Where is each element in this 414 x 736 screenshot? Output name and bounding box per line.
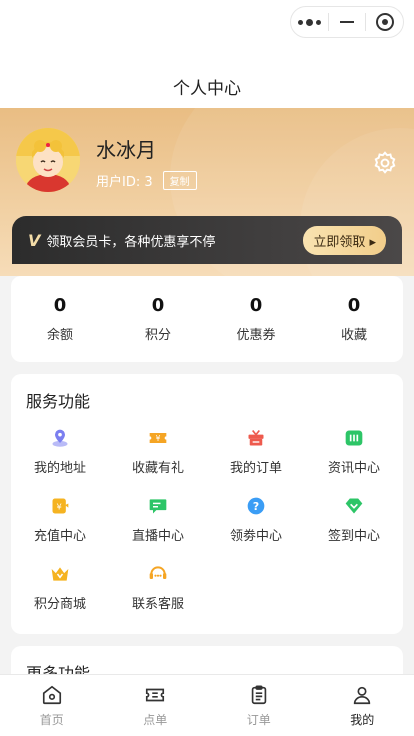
stat-value: 0 <box>53 295 67 316</box>
coupon-icon: ¥ <box>149 433 167 443</box>
stat-value: 0 <box>151 295 165 316</box>
tab-mine[interactable]: 我的 <box>311 675 414 736</box>
service-icon <box>149 566 167 579</box>
stat-favorites[interactable]: 0 收藏 <box>305 295 403 343</box>
service-label: 收藏有礼 <box>131 461 184 476</box>
svg-text:?: ? <box>253 500 259 513</box>
gift-icon <box>248 429 264 446</box>
stat-label: 优惠券 <box>236 328 276 343</box>
mini-program-capsule <box>290 6 404 38</box>
service-points-mall[interactable]: 积分商城 <box>11 564 109 612</box>
ticket-icon <box>146 688 165 701</box>
stat-points[interactable]: 0 积分 <box>109 295 207 343</box>
user-icon <box>354 686 371 704</box>
more-menu-button[interactable] <box>291 7 328 37</box>
more-dots-icon <box>297 18 321 26</box>
service-label: 签到中心 <box>327 529 380 544</box>
service-label: 充值中心 <box>33 529 86 544</box>
copy-id-button[interactable]: 复制 <box>162 171 197 190</box>
help-icon: ? <box>247 497 265 515</box>
claim-vip-button[interactable]: 立即领取 ▸ <box>303 225 386 255</box>
vip-promo-text: 领取会员卡，各种优惠享不停 <box>46 234 216 250</box>
top-navigation-bar: 个人中心 <box>0 0 414 108</box>
service-signin-center[interactable]: 签到中心 <box>305 496 403 544</box>
service-live-center[interactable]: 直播中心 <box>109 496 207 544</box>
tab-label: 首页 <box>39 712 64 727</box>
stat-value: 0 <box>249 295 263 316</box>
username: 水冰月 <box>96 138 156 162</box>
service-label: 资讯中心 <box>327 461 380 476</box>
service-label: 直播中心 <box>131 529 184 544</box>
service-label: 我的地址 <box>33 461 86 476</box>
stat-value: 0 <box>347 295 361 316</box>
services-grid: 我的地址 ¥ 收藏有礼 我的订单 资讯中心 ¥ 充值中心 直播中心 ? 领劵中心… <box>11 428 403 612</box>
vip-badge-icon: V <box>28 230 41 250</box>
services-card: 服务功能 我的地址 ¥ 收藏有礼 我的订单 资讯中心 ¥ 充值中心 直播中心 ?… <box>11 374 403 634</box>
vip-banner[interactable]: V 领取会员卡，各种优惠享不停 立即领取 ▸ <box>12 216 402 264</box>
service-favorite-gift[interactable]: ¥ 收藏有礼 <box>109 428 207 476</box>
tab-order-menu[interactable]: 点单 <box>104 675 208 736</box>
tab-label: 我的 <box>350 712 375 727</box>
user-id-row: 用户ID: 3 复制 <box>96 171 197 190</box>
stat-label: 积分 <box>144 328 171 343</box>
close-target-icon <box>375 13 394 31</box>
recharge-icon: ¥ <box>52 498 69 514</box>
tab-label: 订单 <box>246 712 271 727</box>
stat-label: 收藏 <box>340 328 367 343</box>
location-icon <box>52 429 68 447</box>
clipboard-icon <box>251 684 266 704</box>
bottom-tab-bar: 首页 点单 订单 我的 <box>0 674 414 736</box>
tab-label: 点单 <box>143 712 168 727</box>
svg-text:¥: ¥ <box>57 501 62 511</box>
service-recharge-center[interactable]: ¥ 充值中心 <box>11 496 109 544</box>
crown-icon <box>51 567 69 581</box>
signin-icon <box>345 498 363 514</box>
tab-orders[interactable]: 订单 <box>207 675 311 736</box>
close-program-button[interactable] <box>366 7 403 37</box>
service-news-center[interactable]: 资讯中心 <box>305 428 403 476</box>
user-id-text: 用户ID: 3 <box>96 175 153 190</box>
home-icon <box>42 685 61 704</box>
stat-label: 余额 <box>46 328 73 343</box>
stat-balance[interactable]: 0 余额 <box>11 295 109 343</box>
service-label: 我的订单 <box>229 461 282 476</box>
tab-home[interactable]: 首页 <box>0 675 104 736</box>
service-my-address[interactable]: 我的地址 <box>11 428 109 476</box>
settings-gear-icon[interactable] <box>372 150 398 176</box>
service-label: 积分商城 <box>33 597 86 612</box>
minimize-button[interactable] <box>329 7 366 37</box>
account-stats-card: 0 余额 0 积分 0 优惠券 0 收藏 <box>11 276 403 362</box>
news-icon <box>345 430 363 446</box>
service-coupon-center[interactable]: ? 领劵中心 <box>207 496 305 544</box>
live-icon <box>149 499 167 514</box>
page-title: 个人中心 <box>173 79 241 99</box>
service-my-orders[interactable]: 我的订单 <box>207 428 305 476</box>
avatar[interactable] <box>16 128 80 192</box>
service-label: 联系客服 <box>131 597 184 612</box>
services-title: 服务功能 <box>26 392 91 411</box>
minimize-icon <box>340 21 354 23</box>
service-label: 领劵中心 <box>229 529 282 544</box>
stat-coupons[interactable]: 0 优惠券 <box>207 295 305 343</box>
service-contact-support[interactable]: 联系客服 <box>109 564 207 612</box>
svg-text:¥: ¥ <box>156 434 161 443</box>
profile-header: 水冰月 用户ID: 3 复制 V 领取会员卡，各种优惠享不停 立即领取 ▸ <box>0 108 414 276</box>
